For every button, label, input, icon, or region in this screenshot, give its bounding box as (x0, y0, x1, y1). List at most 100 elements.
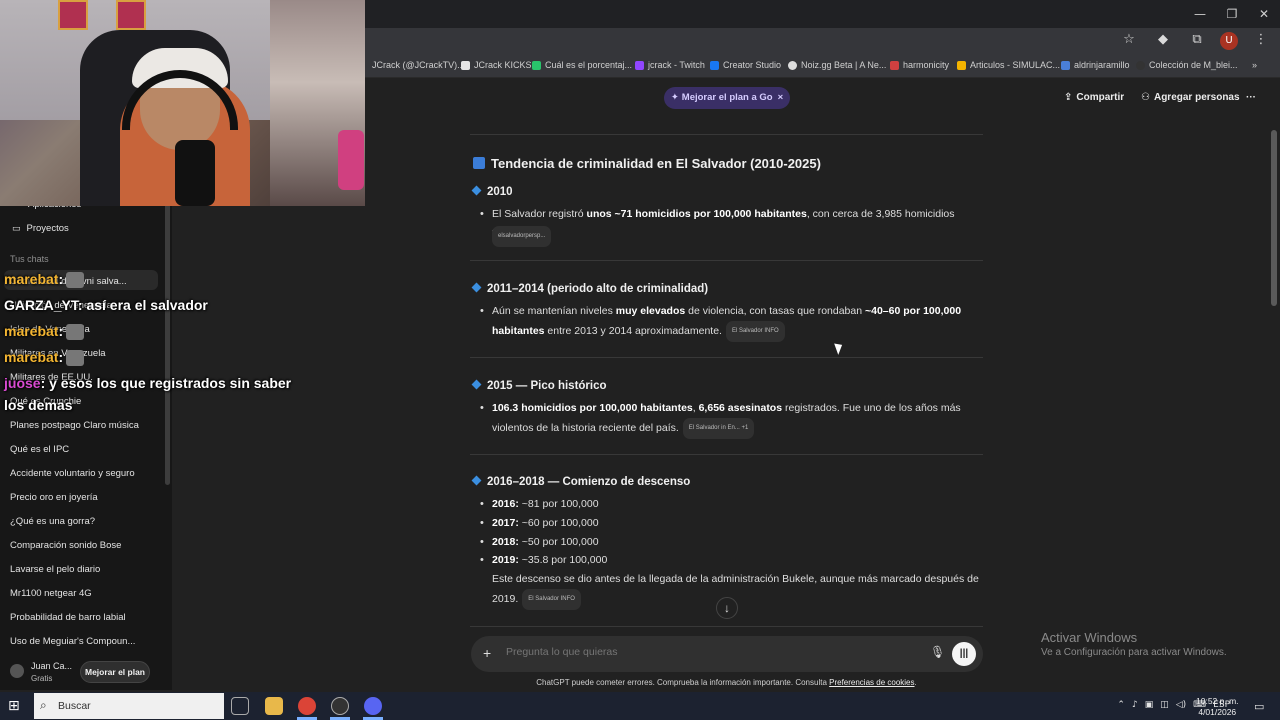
text: ChatGPT puede cometer errores. Comprueba… (536, 678, 830, 687)
section-heading: 2016–2018 — Comienzo de descenso (471, 475, 690, 488)
upgrade-go-pill[interactable]: ✦ Mejorar el plan a Go × (664, 87, 790, 109)
site-icon (1136, 60, 1145, 70)
bookmark-label: JCrack (@JCrackTV)... (372, 60, 465, 70)
task-view-icon[interactable] (231, 697, 249, 715)
close-icon[interactable]: × (778, 92, 784, 103)
bookmark-item[interactable]: jcrack - Twitch (635, 60, 705, 70)
bookmark-item[interactable]: Colección de M_blei... (1136, 60, 1238, 70)
sidebar-chat-item[interactable]: Uso de Meguiar's Compoun... (10, 636, 135, 647)
bookmark-label: Creator Studio (723, 60, 782, 70)
bookmark-item[interactable]: Creator Studio (710, 60, 781, 70)
kick-icon (461, 60, 470, 70)
profile-icon[interactable]: U (1220, 32, 1238, 50)
add-people-button[interactable]: ⚇ Agregar personas (1141, 92, 1240, 103)
scroll-down-button[interactable]: ↓ (716, 597, 738, 619)
sidebar-chat-item[interactable]: ¿Qué es una gorra? (10, 516, 95, 527)
sidebar-scrollbar[interactable] (165, 200, 170, 485)
close-button[interactable]: ✕ (1248, 4, 1280, 24)
prompt-input[interactable] (506, 646, 886, 658)
overflow-chevron-icon: » (1252, 60, 1258, 70)
bold-text: unos ~71 homicidios por 100,000 habitant… (586, 208, 807, 220)
citation-chip[interactable]: elsalvadorpersp... (492, 226, 552, 247)
sidebar-chat-item[interactable]: Mr1100 netgear 4G (10, 588, 92, 599)
minimize-button[interactable]: — (1184, 4, 1216, 24)
bookmark-label: Articulos - SIMULAC... (970, 60, 1061, 70)
stream-chat-message: juose: y esos los que registrados sin sa… (4, 375, 291, 391)
sidebar-chat-item[interactable]: Probabilidad de barro labial (10, 612, 126, 623)
tray-network-icon[interactable]: ◫ (1160, 700, 1169, 710)
citation-chip[interactable]: El Salvador INFO (522, 589, 581, 610)
share-button[interactable]: ⇪ Compartir (1064, 92, 1124, 103)
bullet-item: • 2017: ~60 por 100,000 (480, 514, 985, 533)
user-plan: Gratis (31, 674, 53, 683)
bookmark-item[interactable]: Cuál es el porcentaj... (532, 60, 632, 70)
tray-volume-icon[interactable]: ◁) (1176, 700, 1186, 710)
tray-mic-icon[interactable]: ♪ (1132, 700, 1138, 710)
tray-device-icon[interactable]: ▣ (1145, 700, 1154, 710)
divider (470, 454, 983, 455)
add-person-icon: ⚇ (1141, 92, 1150, 103)
bookmark-item[interactable]: harmonicity (890, 60, 949, 70)
bookmark-item[interactable]: JCrack KICKS (461, 60, 532, 70)
sidebar-chat-item[interactable]: Lavarse el pelo diario (10, 564, 100, 575)
sparkle-icon: ✦ (670, 92, 679, 103)
add-attachment-button[interactable]: + (483, 645, 491, 661)
chat-username: marebat (4, 323, 59, 339)
obs-icon[interactable] (331, 697, 349, 715)
chat-username: marebat (4, 349, 59, 365)
user-name[interactable]: Juan Ca... (31, 661, 72, 671)
drive-icon (957, 60, 966, 70)
extension-icon[interactable]: ◆ (1152, 32, 1174, 50)
windows-start-icon[interactable]: ⊞ (8, 698, 20, 714)
more-options-button[interactable]: ··· (1246, 92, 1256, 103)
webcam-overlay (0, 0, 365, 206)
microphone-button[interactable]: 🎙 (930, 645, 945, 659)
webcam-poster (116, 0, 146, 30)
blue-diamond-icon (471, 282, 482, 293)
citation-chip[interactable]: El Salvador in En... +1 (682, 418, 755, 439)
year-label: 2019: (492, 554, 519, 566)
voice-mode-button[interactable]: ||| (952, 642, 976, 666)
restore-button[interactable]: ❐ (1216, 4, 1248, 24)
sidebar-item-label: Proyectos (26, 223, 69, 234)
chrome-icon[interactable] (298, 697, 316, 715)
year-label: 2018: (492, 536, 519, 548)
bullet-item: • Aún se mantenían niveles muy elevados d… (480, 302, 985, 342)
bookmark-star-icon[interactable]: ☆ (1118, 32, 1140, 50)
title-text: Tendencia de criminalidad en El Salvador… (491, 156, 821, 171)
blue-diamond-icon (471, 379, 482, 390)
activate-windows-watermark: Activar Windows Ve a Configuración para … (1041, 630, 1227, 658)
taskbar-search[interactable]: ⌕ Buscar (34, 693, 224, 719)
file-explorer-icon[interactable] (265, 697, 283, 715)
clock-time: 10:52 p. m. (1196, 696, 1239, 706)
chat-text: : (58, 271, 64, 287)
bookmark-item[interactable]: Articulos - SIMULAC... (957, 60, 1060, 70)
sidebar-item-projects[interactable]: ▭ Proyectos (12, 223, 69, 234)
taskbar-clock[interactable]: 10:52 p. m. 4/01/2026 (1196, 696, 1239, 718)
year-value: ~35.8 por 100,000 (521, 554, 608, 566)
sidebar-chat-item[interactable]: Precio oro en joyería (10, 492, 98, 503)
upgrade-plan-button[interactable]: Mejorar el plan (80, 661, 150, 683)
bookmark-item[interactable]: JCrack (@JCrackTV)... (372, 60, 465, 70)
citation-extra: +1 (741, 425, 749, 431)
sidebar-chat-item[interactable]: Accidente voluntario y seguro (10, 468, 135, 479)
section-heading: 2011–2014 (periodo alto de criminalidad) (471, 282, 708, 295)
bullet-item: • 106.3 homicidios por 100,000 habitantes… (480, 399, 985, 439)
browser-menu-icon[interactable]: ⋮ (1250, 32, 1272, 50)
sidebar-chat-item[interactable]: Qué es el IPC (10, 444, 69, 455)
citation-chip[interactable]: El Salvador INFO (725, 321, 785, 342)
tray-chevron-icon[interactable]: ⌃ (1117, 700, 1125, 710)
bold-text: muy elevados (615, 305, 686, 317)
sidebar-chat-item[interactable]: Comparación sonido Bose (10, 540, 121, 551)
section-heading-text: 2015 — Pico histórico (487, 380, 607, 392)
main-scrollbar[interactable] (1271, 130, 1277, 306)
discord-icon[interactable] (364, 697, 382, 715)
extensions-puzzle-icon[interactable]: ⧉ (1186, 32, 1208, 50)
bookmark-item[interactable]: aldrinjaramillo (1061, 60, 1130, 70)
sidebar-chat-item[interactable]: Planes postpago Claro música (10, 420, 139, 431)
cookie-preferences-link[interactable]: Preferencias de cookies (829, 678, 914, 687)
bookmark-item[interactable]: Noiz.gg Beta | A Ne... (788, 60, 886, 70)
user-avatar[interactable] (10, 664, 24, 678)
bookmarks-overflow-button[interactable]: » (1252, 60, 1257, 70)
notification-icon[interactable]: ▭ (1254, 700, 1264, 713)
